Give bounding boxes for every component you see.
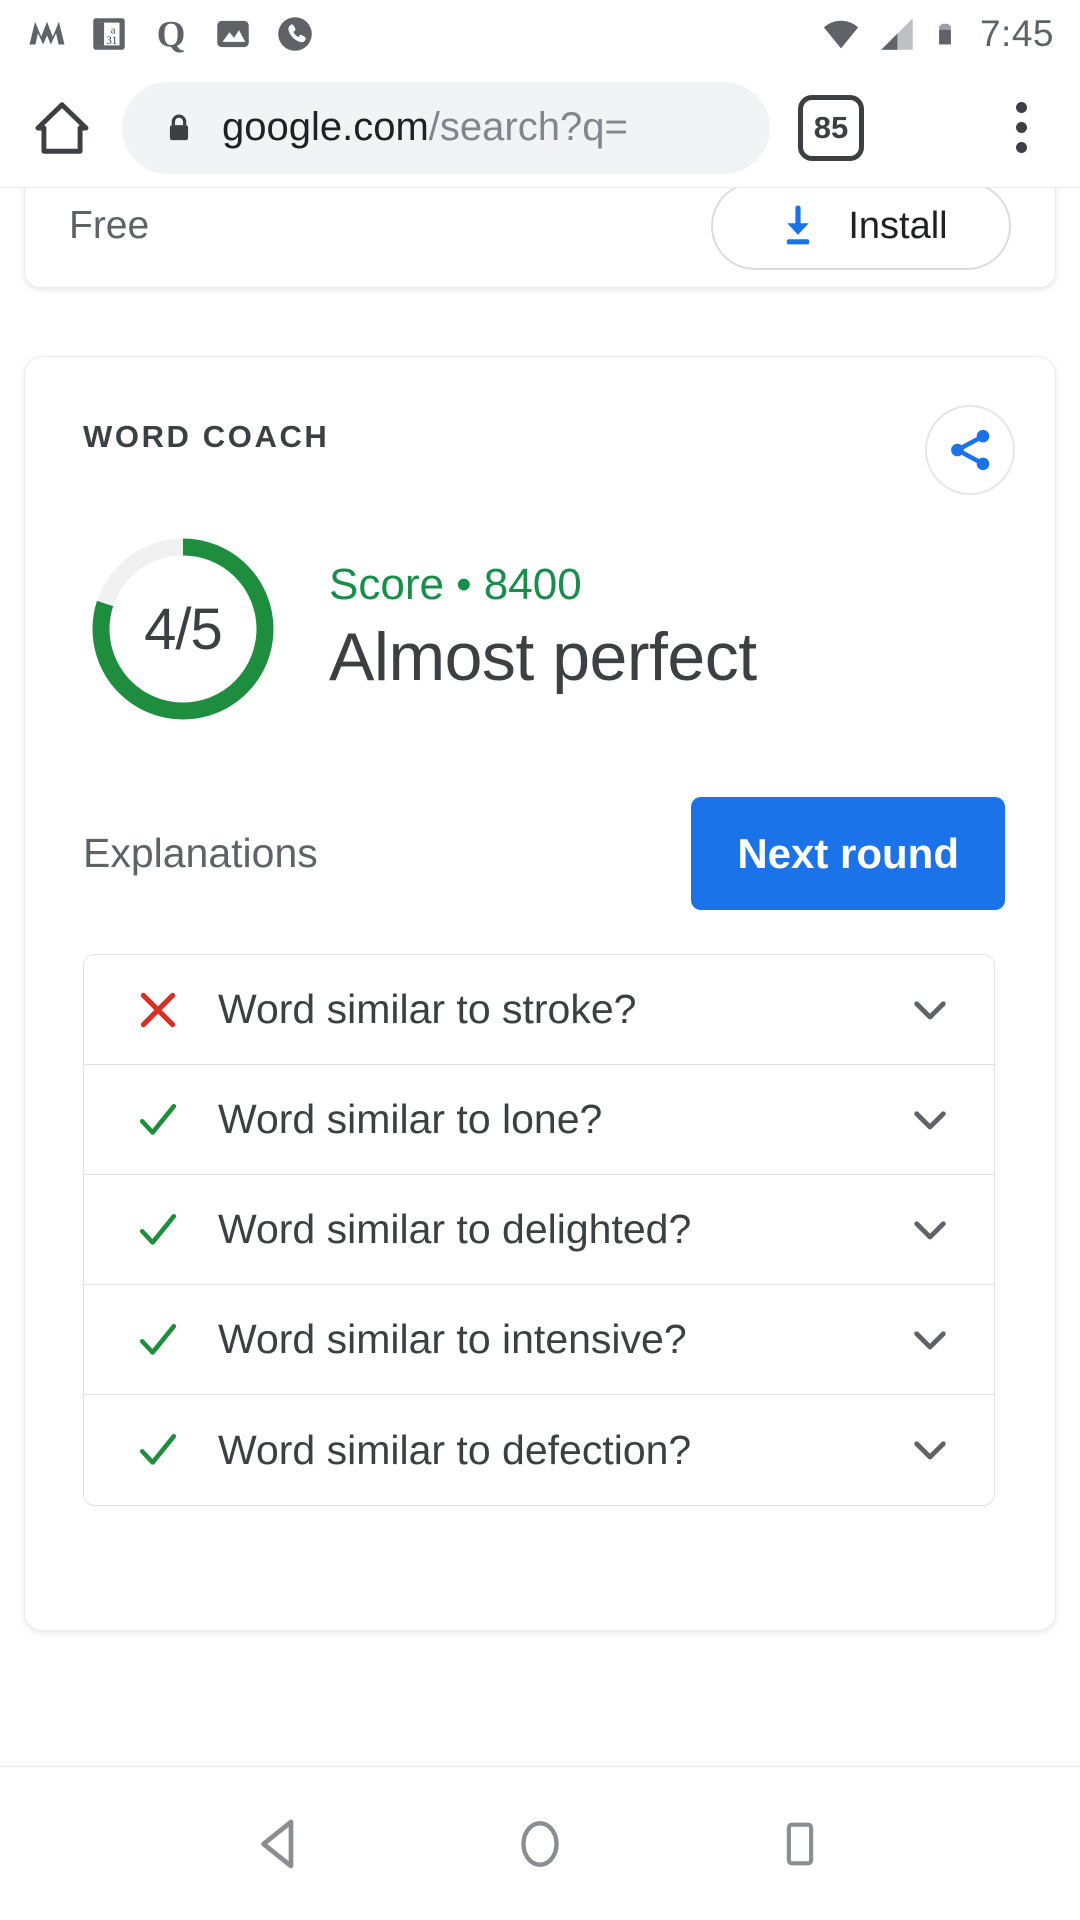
gallery-image-icon bbox=[217, 20, 249, 48]
explanation-row[interactable]: Word similar to stroke? bbox=[84, 955, 994, 1065]
svg-text:31: 31 bbox=[106, 35, 117, 47]
tab-switcher-button[interactable]: 85 bbox=[798, 94, 864, 161]
share-button[interactable] bbox=[925, 405, 1015, 495]
chevron-down-icon[interactable] bbox=[904, 1205, 956, 1255]
download-icon bbox=[787, 205, 810, 245]
score-text-block: Score • 8400 Almost perfect bbox=[329, 559, 757, 696]
overflow-menu-icon bbox=[1015, 142, 1027, 153]
explanation-row[interactable]: Word similar to defection? bbox=[84, 1395, 994, 1505]
home-icon bbox=[35, 101, 89, 154]
explanations-header-row: Explanations Next round bbox=[65, 797, 1015, 910]
home-button[interactable] bbox=[24, 90, 100, 166]
explanations-list: Word similar to stroke? Word similar to l… bbox=[83, 954, 995, 1506]
next-round-button[interactable]: Next round bbox=[691, 797, 1005, 910]
explanation-row[interactable]: Word similar to lone? bbox=[84, 1065, 994, 1175]
explanation-text: Word similar to stroke? bbox=[218, 986, 637, 1032]
explanation-text: Word similar to intensive? bbox=[218, 1316, 687, 1362]
check-icon bbox=[132, 1425, 184, 1475]
install-button[interactable]: Install bbox=[711, 188, 1011, 270]
status-bar-clock: 7:45 bbox=[979, 13, 1054, 54]
score-summary: 4/5 Score • 8400 Almost perfect bbox=[65, 531, 1015, 727]
status-bar: a 31 Q 7:45 bbox=[0, 0, 1080, 68]
browser-toolbar: google.com/search?q= 85 bbox=[0, 68, 1080, 188]
nav-back-button[interactable] bbox=[225, 1789, 335, 1899]
score-line: Score • 8400 bbox=[329, 559, 582, 609]
recents-square-icon bbox=[786, 1822, 814, 1865]
check-icon bbox=[132, 1205, 184, 1255]
home-circle-icon bbox=[521, 1820, 559, 1867]
monzo-m-icon bbox=[29, 21, 65, 45]
explanation-row[interactable]: Word similar to delighted? bbox=[84, 1175, 994, 1285]
calendar-day-icon: a 31 bbox=[93, 18, 125, 50]
svg-text:Q: Q bbox=[157, 13, 186, 54]
overflow-menu-button[interactable] bbox=[986, 88, 1056, 168]
phone-call-icon bbox=[278, 17, 312, 51]
lock-icon bbox=[169, 114, 189, 140]
close-icon bbox=[132, 985, 184, 1035]
quora-q-icon: Q bbox=[157, 13, 186, 54]
share-icon bbox=[951, 429, 990, 471]
back-triangle-icon bbox=[261, 1819, 294, 1868]
word-coach-title: WORD COACH bbox=[83, 419, 330, 454]
overflow-menu-icon bbox=[1015, 102, 1027, 113]
nav-recents-button[interactable] bbox=[745, 1789, 855, 1899]
url-path: /search?q= bbox=[428, 105, 628, 149]
chevron-down-icon[interactable] bbox=[904, 1315, 956, 1365]
price-label: Free bbox=[69, 204, 150, 247]
url-domain: google.com bbox=[222, 105, 429, 149]
explanation-text: Word similar to lone? bbox=[218, 1096, 603, 1142]
explanations-label: Explanations bbox=[83, 830, 318, 876]
check-icon bbox=[132, 1315, 184, 1365]
web-page-content: Free Install WORD COACH 4/5 Score • 8400… bbox=[0, 188, 1080, 1766]
score-ring-label: 4/5 bbox=[144, 596, 223, 662]
battery-icon bbox=[939, 23, 951, 45]
status-bar-notification-icons: a 31 Q bbox=[26, 13, 316, 55]
word-coach-header: WORD COACH bbox=[65, 405, 1015, 495]
explanation-text: Word similar to defection? bbox=[218, 1426, 692, 1473]
nav-home-button[interactable] bbox=[485, 1789, 595, 1899]
status-bar-system-icons: 7:45 bbox=[820, 13, 1054, 55]
wifi-icon bbox=[823, 20, 859, 49]
explanation-text: Word similar to delighted? bbox=[218, 1206, 692, 1252]
check-icon bbox=[132, 1095, 184, 1145]
app-install-card: Free Install bbox=[24, 188, 1056, 288]
chevron-down-icon[interactable] bbox=[904, 985, 956, 1035]
word-coach-card: WORD COACH 4/5 Score • 8400 Almost perfe… bbox=[24, 356, 1056, 1631]
install-button-label: Install bbox=[848, 204, 948, 247]
url-text: google.com/search?q= bbox=[222, 105, 628, 150]
url-bar[interactable]: google.com/search?q= bbox=[122, 81, 770, 174]
cellular-signal-icon bbox=[881, 18, 913, 50]
android-navigation-bar bbox=[0, 1766, 1080, 1920]
overflow-menu-icon bbox=[1015, 122, 1027, 133]
score-ring: 4/5 bbox=[85, 531, 281, 727]
score-headline: Almost perfect bbox=[329, 619, 757, 696]
explanation-row[interactable]: Word similar to intensive? bbox=[84, 1285, 994, 1395]
chevron-down-icon[interactable] bbox=[904, 1425, 956, 1475]
chevron-down-icon[interactable] bbox=[904, 1095, 956, 1145]
